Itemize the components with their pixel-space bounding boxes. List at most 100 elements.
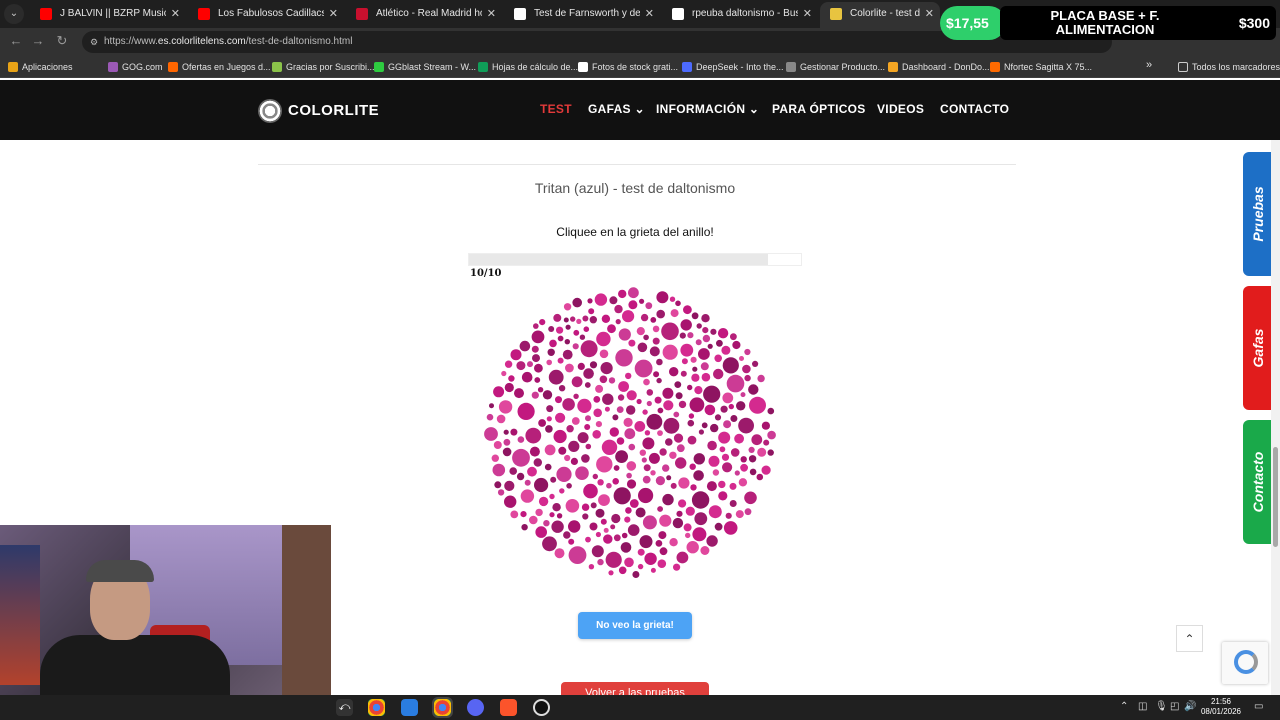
plate-dot[interactable] [657, 559, 667, 568]
plate-dot[interactable] [562, 398, 575, 411]
plate-dot[interactable] [552, 503, 561, 512]
plate-dot[interactable] [598, 494, 610, 506]
plate-dot[interactable] [545, 425, 553, 433]
plate-dot[interactable] [687, 435, 697, 445]
plate-dot[interactable] [556, 466, 572, 482]
plate-dot[interactable] [609, 427, 619, 437]
plate-dot[interactable] [694, 386, 703, 395]
plate-dot[interactable] [698, 429, 704, 435]
plate-dot[interactable] [582, 315, 589, 322]
plate-dot[interactable] [510, 428, 518, 436]
plate-dot[interactable] [577, 432, 589, 444]
plate-dot[interactable] [493, 386, 505, 398]
plate-dot[interactable] [628, 300, 638, 310]
close-icon[interactable]: ✕ [329, 2, 338, 26]
plate-dot[interactable] [690, 484, 697, 491]
plate-dot[interactable] [601, 314, 611, 323]
plate-dot[interactable] [521, 524, 528, 531]
plate-dot[interactable] [612, 478, 619, 485]
plate-dot[interactable] [584, 424, 591, 430]
plate-dot[interactable] [509, 467, 517, 475]
plate-dot[interactable] [718, 480, 726, 489]
browser-tab[interactable]: J BALVIN || BZRP Music Sessions ✕ [30, 2, 186, 26]
plate-dot[interactable] [708, 455, 720, 467]
plate-dot[interactable] [534, 477, 549, 493]
plate-dot[interactable] [577, 362, 585, 370]
plate-dot[interactable] [678, 499, 687, 508]
plate-dot[interactable] [546, 416, 552, 422]
plate-dot[interactable] [728, 403, 734, 410]
plate-dot[interactable] [585, 443, 592, 450]
plate-dot[interactable] [604, 406, 610, 412]
plate-dot[interactable] [568, 440, 580, 452]
plate-dot[interactable] [544, 444, 556, 456]
plate-dot[interactable] [618, 381, 629, 392]
close-icon[interactable]: ✕ [925, 2, 934, 26]
plate-dot[interactable] [484, 427, 498, 441]
plate-dot[interactable] [740, 463, 748, 472]
plate-dot[interactable] [563, 317, 569, 323]
plate-dot[interactable] [738, 478, 748, 487]
plate-dot[interactable] [568, 546, 587, 564]
taskbar-clock[interactable]: 21:56 08/01/2026 [1196, 697, 1246, 717]
plate-dot[interactable] [718, 491, 728, 501]
bookmark-item[interactable]: Gracias por Suscribi... [272, 59, 375, 75]
plate-dot[interactable] [614, 304, 623, 314]
tab-search-button[interactable]: ⌄ [4, 4, 24, 24]
wifi-icon[interactable]: ◰ [1170, 701, 1179, 712]
plate-dot[interactable] [650, 317, 657, 323]
plate-dot[interactable] [555, 412, 566, 423]
chrome-profile-icon[interactable] [432, 697, 453, 718]
plate-dot[interactable] [756, 473, 764, 481]
plate-dot[interactable] [646, 389, 654, 396]
plate-dot[interactable] [504, 360, 513, 368]
plate-dot[interactable] [565, 363, 574, 373]
plate-dot[interactable] [690, 356, 697, 363]
plate-dot[interactable] [516, 472, 525, 481]
plate-dot[interactable] [602, 393, 614, 405]
plate-dot[interactable] [748, 455, 757, 463]
plate-dot[interactable] [653, 371, 660, 378]
plate-dot[interactable] [717, 328, 729, 339]
plate-dot[interactable] [702, 334, 711, 343]
plate-dot[interactable] [700, 362, 709, 371]
plate-dot[interactable] [687, 332, 694, 339]
plate-dot[interactable] [650, 470, 656, 476]
plate-dot[interactable] [521, 371, 533, 383]
plate-dot[interactable] [704, 404, 716, 416]
plate-dot[interactable] [597, 479, 604, 486]
plate-dot[interactable] [600, 518, 607, 525]
plate-dot[interactable] [722, 392, 734, 404]
plate-dot[interactable] [640, 313, 649, 322]
plate-dot[interactable] [674, 381, 682, 388]
nav-item[interactable]: VIDEOS [877, 102, 924, 116]
plate-dot[interactable] [557, 335, 564, 342]
taskbar-app-icon[interactable]: ⤺ [336, 699, 353, 716]
plate-dot[interactable] [591, 545, 604, 558]
plate-dot[interactable] [580, 340, 598, 358]
plate-dot[interactable] [692, 366, 698, 372]
plate-dot[interactable] [563, 303, 572, 311]
site-info-icon[interactable]: ⚙ [90, 31, 98, 53]
plate-dot[interactable] [590, 502, 597, 509]
plate-dot[interactable] [525, 427, 542, 444]
plate-dot[interactable] [606, 482, 612, 489]
plate-dot[interactable] [725, 512, 732, 519]
nav-item[interactable]: TEST [540, 102, 572, 116]
plate-dot[interactable] [517, 402, 535, 420]
chrome-icon[interactable] [368, 699, 385, 716]
plate-dot[interactable] [707, 440, 717, 451]
plate-dot[interactable] [767, 407, 775, 415]
obs-icon[interactable] [533, 699, 550, 716]
plate-dot[interactable] [570, 316, 576, 322]
bookmark-item[interactable]: Hojas de cálculo de... [478, 59, 578, 75]
plate-dot[interactable] [720, 405, 728, 413]
plate-dot[interactable] [716, 339, 723, 347]
plate-dot[interactable] [757, 447, 767, 457]
plate-dot[interactable] [625, 507, 632, 514]
plate-dot[interactable] [710, 328, 717, 335]
plate-dot[interactable] [534, 377, 541, 383]
plate-dot[interactable] [615, 349, 633, 367]
plate-dot[interactable] [685, 506, 695, 516]
plate-dot[interactable] [558, 385, 566, 392]
